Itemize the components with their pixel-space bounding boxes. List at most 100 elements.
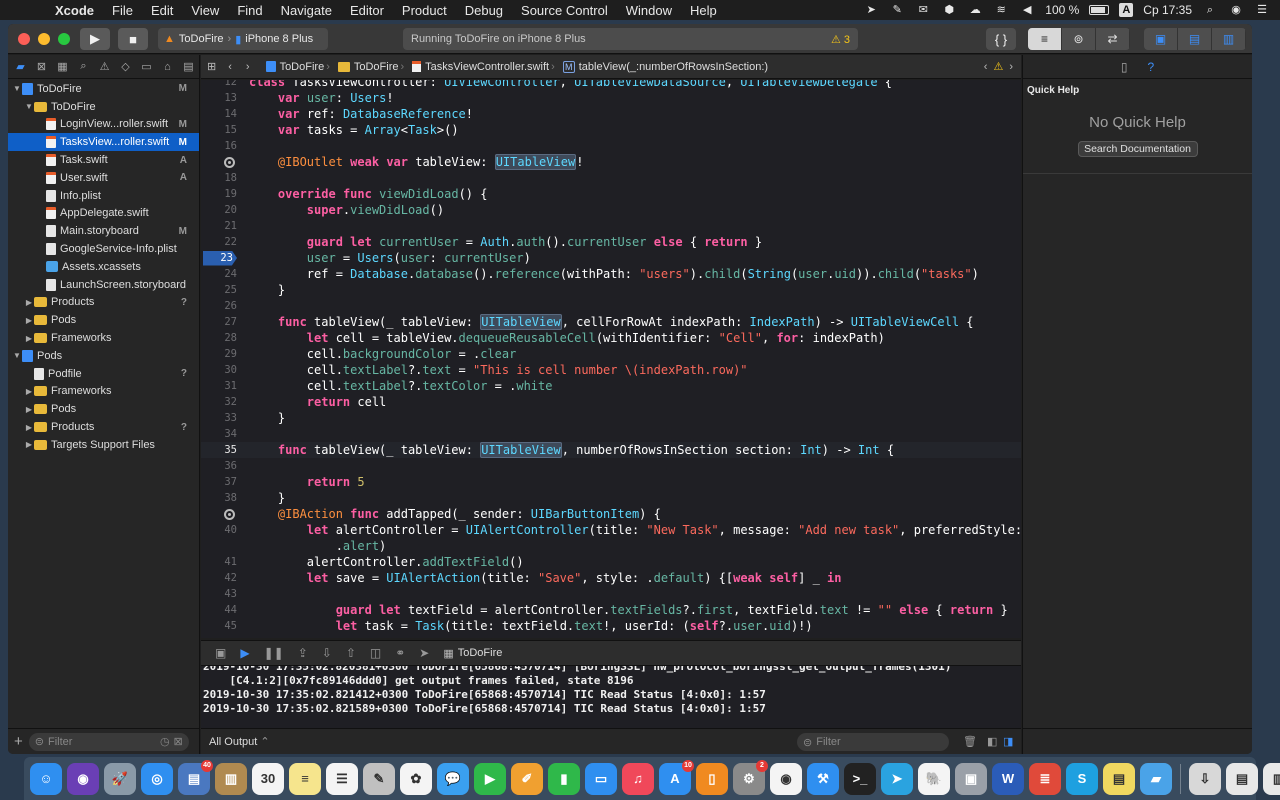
menu-source-control[interactable]: Source Control <box>512 3 617 18</box>
code-line[interactable]: @IBOutlet weak var tableView: UITableVie… <box>201 154 1021 170</box>
code-line[interactable]: 19 override func viewDidLoad() { <box>201 186 1021 202</box>
console-filter-input[interactable]: ⊜ Filter <box>797 733 949 751</box>
code-line[interactable]: @IBAction func addTapped(_ sender: UIBar… <box>201 506 1021 522</box>
related-items-icon[interactable]: ⊞ <box>207 60 216 73</box>
file-tree-row[interactable]: ▶ Pods <box>8 400 199 418</box>
line-number[interactable]: 23 <box>201 250 239 266</box>
line-number[interactable]: 16 <box>201 140 239 152</box>
code-line[interactable]: 45 let task = Task(title: textField.text… <box>201 618 1021 634</box>
line-number[interactable]: 27 <box>201 316 239 328</box>
process-selector[interactable]: ▦ ToDoFire <box>443 647 502 660</box>
code-line[interactable]: 15 var tasks = Array<Task>() <box>201 122 1021 138</box>
file-tree-row[interactable]: ▶ Targets Support Files <box>8 436 199 454</box>
line-number[interactable]: 12 <box>201 80 239 88</box>
line-number[interactable]: 25 <box>201 284 239 296</box>
menu-product[interactable]: Product <box>393 3 456 18</box>
menu-help[interactable]: Help <box>681 3 726 18</box>
file-tree-row[interactable]: AppDelegate.swift <box>8 205 199 223</box>
line-number[interactable]: 21 <box>201 220 239 232</box>
warning-count[interactable]: ⚠ 3 <box>831 33 850 46</box>
library-button[interactable]: { } <box>986 28 1016 50</box>
file-tree-row[interactable]: ▶ Pods <box>8 311 199 329</box>
view-hierarchy-icon[interactable]: ◫ <box>370 646 381 660</box>
file-tree-row[interactable]: ▼ ToDoFire M <box>8 80 199 98</box>
line-number[interactable]: 15 <box>201 124 239 136</box>
outlet-connection-icon[interactable] <box>224 508 235 520</box>
zoom-window-button[interactable] <box>58 32 70 45</box>
crumb-file[interactable]: TasksViewController.swift <box>412 61 549 73</box>
books-icon[interactable]: ▯ <box>696 762 728 795</box>
line-number[interactable]: 22 <box>201 236 239 248</box>
inspector-toggle-icon[interactable]: ▥ <box>1212 28 1246 50</box>
facetime-icon[interactable]: ▶ <box>474 762 506 795</box>
add-file-icon[interactable]: + <box>14 733 23 750</box>
line-number[interactable]: 41 <box>201 556 239 568</box>
disclosure-closed-icon[interactable]: ▶ <box>24 405 34 414</box>
issue-warning-icon[interactable]: ⚠ <box>993 60 1003 73</box>
console-view-icon[interactable]: ◨ <box>1003 735 1013 748</box>
recent-files-icon[interactable]: ◷ <box>160 735 170 748</box>
file-tree-row[interactable]: ▶ Products? <box>8 418 199 436</box>
siri-icon[interactable]: ◉ <box>67 762 99 795</box>
preview-icon[interactable]: ✎ <box>363 762 395 795</box>
pages-icon[interactable]: ✐ <box>511 762 543 795</box>
disclosure-open-icon[interactable]: ▼ <box>12 351 22 360</box>
line-number[interactable]: 33 <box>201 412 239 424</box>
next-issue-icon[interactable]: › <box>1009 61 1013 73</box>
disclosure-closed-icon[interactable]: ▶ <box>24 387 34 396</box>
back-arrow-icon[interactable]: ‹ <box>228 61 232 73</box>
reminders-icon[interactable]: ☰ <box>326 762 358 795</box>
code-line[interactable]: 12 class TasksViewController: UIViewContr… <box>201 80 1021 90</box>
word-icon[interactable]: W <box>992 762 1024 795</box>
stop-button[interactable]: ■ <box>118 28 148 50</box>
navigation-status-icon[interactable]: ➤ <box>863 3 879 17</box>
output-selector[interactable]: All Output ⌃ <box>209 735 270 748</box>
calendar-icon[interactable]: 30 <box>252 762 284 795</box>
crumb-method[interactable]: M tableView(_:numberOfRowsInSection:) <box>562 60 768 73</box>
menu-navigate[interactable]: Navigate <box>272 3 341 18</box>
file-tree-row[interactable]: ▼ ToDoFire <box>8 98 199 116</box>
code-line[interactable]: 26 <box>201 298 1021 314</box>
code-line[interactable]: 29 cell.backgroundColor = .clear <box>201 346 1021 362</box>
crumb-group[interactable]: ToDoFire <box>337 61 398 73</box>
version-editor-icon[interactable]: ⇄ <box>1096 28 1130 50</box>
disclosure-closed-icon[interactable]: ▶ <box>24 334 34 343</box>
file-tree-row[interactable]: LoginView...roller.swift M <box>8 116 199 134</box>
line-number[interactable]: 37 <box>201 476 239 488</box>
breakpoint-marker[interactable]: 23 <box>203 250 237 266</box>
report-navigator-icon[interactable]: ▤ <box>178 60 199 73</box>
notes-icon[interactable]: ≡ <box>289 762 321 795</box>
line-number[interactable]: 20 <box>201 204 239 216</box>
assistant-editor-icon[interactable]: ⊚ <box>1062 28 1096 50</box>
line-number[interactable]: 36 <box>201 460 239 472</box>
code-line[interactable]: 28 let cell = tableView.dequeueReusableC… <box>201 330 1021 346</box>
finder-icon[interactable]: ☺ <box>30 762 62 795</box>
wifi-icon[interactable]: ≋ <box>993 3 1009 17</box>
document-stack-icon[interactable]: ▤ <box>1226 762 1258 795</box>
symbol-navigator-icon[interactable]: ▦ <box>52 60 73 73</box>
file-tree-row[interactable]: Task.swift A <box>8 151 199 169</box>
trash-console-icon[interactable]: 🗑 <box>963 735 977 748</box>
code-line[interactable]: 44 guard let textField = alertController… <box>201 602 1021 618</box>
mail-status-icon[interactable]: ✉ <box>915 3 931 17</box>
hide-debug-area-icon[interactable]: ▣ <box>215 646 226 660</box>
appstore-icon[interactable]: A 10 <box>659 759 694 795</box>
quick-help-icon[interactable]: ? <box>1147 60 1154 74</box>
system-prefs-icon[interactable]: ⚙ 2 <box>733 759 768 795</box>
navigator-filter-input[interactable]: ⊜ Filter ◷ ⊠ <box>28 732 189 751</box>
code-line[interactable]: 25 } <box>201 282 1021 298</box>
disclosure-closed-icon[interactable]: ▶ <box>24 298 34 307</box>
line-number[interactable]: 34 <box>201 428 239 440</box>
safari-icon[interactable]: ◎ <box>141 762 173 795</box>
pause-icon[interactable]: ❚❚ <box>264 646 284 660</box>
evernote-status-icon[interactable]: ✎ <box>889 3 905 17</box>
step-into-icon[interactable]: ⇩ <box>322 646 332 660</box>
code-line[interactable]: 22 guard let currentUser = Auth.auth().c… <box>201 234 1021 250</box>
line-number[interactable]: 28 <box>201 332 239 344</box>
line-number[interactable]: 31 <box>201 380 239 392</box>
file-tree-row[interactable]: ▶ Products? <box>8 294 199 312</box>
line-number[interactable]: 38 <box>201 492 239 504</box>
file-tree-row[interactable]: TasksView...roller.swift M <box>8 133 199 152</box>
code-line[interactable]: 36 <box>201 458 1021 474</box>
messages-icon[interactable]: 💬 <box>437 762 469 795</box>
